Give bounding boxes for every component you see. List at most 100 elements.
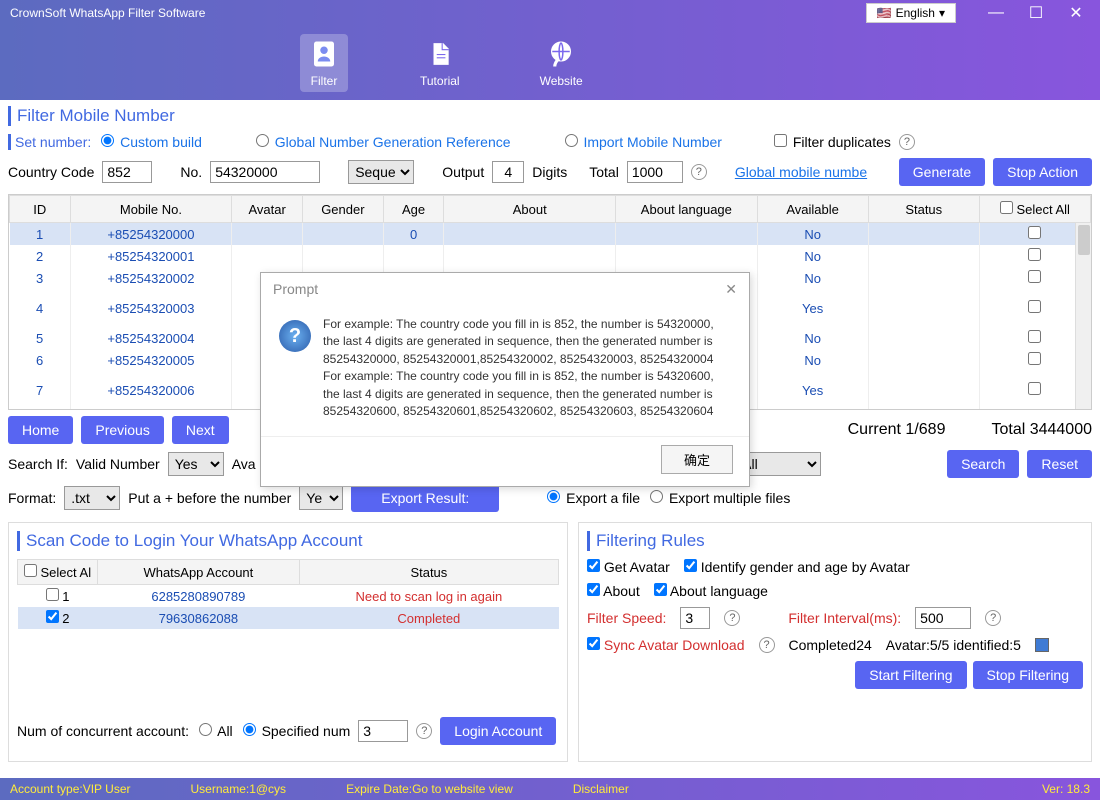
column-header[interactable]: Select All	[979, 196, 1090, 223]
avatar-stat: Avatar:5/5 identified:5	[886, 637, 1021, 653]
format-select[interactable]: .txt	[64, 486, 120, 510]
search-button[interactable]: Search	[947, 450, 1019, 478]
table-row[interactable]: 2+85254320001No	[10, 245, 1091, 267]
help-icon[interactable]: ?	[759, 637, 775, 653]
column-header[interactable]: Avatar	[232, 196, 303, 223]
account-row[interactable]: 279630862088Completed	[18, 607, 559, 629]
put-plus-label: Put a + before the number	[128, 490, 291, 506]
row-checkbox[interactable]	[1028, 330, 1041, 343]
concurrent-label: Num of concurrent account:	[17, 723, 189, 739]
row-checkbox[interactable]	[1028, 270, 1041, 283]
document-icon	[424, 38, 456, 70]
statusbar: Account type:VIP User Username:1@cys Exp…	[0, 778, 1100, 800]
filter-speed-input[interactable]	[680, 607, 710, 629]
account-checkbox[interactable]	[46, 588, 59, 601]
filter-interval-input[interactable]	[915, 607, 971, 629]
stop-action-button[interactable]: Stop Action	[993, 158, 1092, 186]
account-row[interactable]: 16285280890789Need to scan log in again	[18, 585, 559, 608]
toolbar-website[interactable]: Website	[532, 34, 591, 92]
radio-export-file[interactable]: Export a file	[545, 490, 640, 506]
maximize-button[interactable]: ☐	[1016, 2, 1056, 24]
global-mobile-link[interactable]: Global mobile numbe	[735, 164, 867, 180]
number-input[interactable]	[210, 161, 320, 183]
country-code-label: Country Code	[8, 164, 94, 180]
modal-text: For example: The country code you fill i…	[323, 316, 725, 420]
help-icon[interactable]: ?	[724, 610, 740, 626]
window-title: CrownSoft WhatsApp Filter Software	[4, 6, 866, 20]
no-label: No.	[180, 164, 202, 180]
column-header[interactable]: About language	[616, 196, 757, 223]
minimize-button[interactable]: ―	[976, 2, 1016, 24]
status-disclaimer[interactable]: Disclaimer	[573, 782, 629, 796]
row-checkbox[interactable]	[1028, 382, 1041, 395]
table-row[interactable]: 1+852543200000No	[10, 223, 1091, 246]
output-label: Output	[442, 164, 484, 180]
country-code-input[interactable]	[102, 161, 152, 183]
flag-icon: 🇺🇸	[877, 6, 892, 20]
mode-select[interactable]: Seque	[348, 160, 414, 184]
row-checkbox[interactable]	[1028, 352, 1041, 365]
language-selector[interactable]: 🇺🇸 English ▾	[866, 3, 956, 23]
checkbox-sync-avatar[interactable]: Sync Avatar Download	[587, 637, 745, 653]
radio-export-multi[interactable]: Export multiple files	[648, 490, 790, 506]
modal-title: Prompt	[273, 281, 318, 298]
checkbox-get-avatar[interactable]: Get Avatar	[587, 559, 670, 575]
toolbar-filter[interactable]: Filter	[300, 34, 348, 92]
checkbox-about-lang[interactable]: About language	[654, 583, 768, 599]
radio-import[interactable]: Import Mobile Number	[563, 134, 722, 150]
home-button[interactable]: Home	[8, 416, 73, 444]
previous-button[interactable]: Previous	[81, 416, 163, 444]
account-checkbox[interactable]	[46, 610, 59, 623]
column-header[interactable]: Gender	[302, 196, 383, 223]
digits-label: Digits	[532, 164, 567, 180]
plus-select[interactable]: Ye	[299, 486, 343, 510]
output-input[interactable]	[492, 161, 524, 183]
status-account: Account type:VIP User	[10, 782, 131, 796]
radio-custom-build[interactable]: Custom build	[99, 134, 202, 150]
column-header[interactable]: Status	[868, 196, 979, 223]
row-checkbox[interactable]	[1028, 248, 1041, 261]
radio-all[interactable]: All	[197, 723, 233, 739]
section-title-filter: Filter Mobile Number	[8, 106, 1092, 126]
toolbar-tutorial[interactable]: Tutorial	[412, 34, 468, 92]
modal-close-icon[interactable]: ✕	[725, 281, 737, 298]
modal-ok-button[interactable]: 确定	[661, 445, 733, 474]
column-header[interactable]: Age	[383, 196, 444, 223]
start-filtering-button[interactable]: Start Filtering	[855, 661, 966, 689]
column-header[interactable]: About	[444, 196, 616, 223]
valid-number-select[interactable]: Yes	[168, 452, 224, 476]
status-expire: Expire Date:Go to website view	[346, 782, 513, 796]
help-icon[interactable]: ?	[899, 134, 915, 150]
close-button[interactable]: ✕	[1056, 2, 1096, 24]
scrollbar[interactable]	[1075, 223, 1091, 409]
help-icon[interactable]: ?	[985, 610, 1001, 626]
checkbox-filter-duplicates[interactable]: Filter duplicates	[774, 134, 891, 150]
radio-specified[interactable]: Specified num	[241, 723, 351, 739]
filter-speed-label: Filter Speed:	[587, 610, 666, 626]
help-icon[interactable]: ?	[691, 164, 707, 180]
stop-filtering-button[interactable]: Stop Filtering	[973, 661, 1083, 689]
specified-num-input[interactable]	[358, 720, 408, 742]
row-checkbox[interactable]	[1028, 226, 1041, 239]
reset-button[interactable]: Reset	[1027, 450, 1092, 478]
status-version: Ver: 18.3	[1042, 782, 1090, 796]
help-icon[interactable]: ?	[416, 723, 432, 739]
generate-button[interactable]: Generate	[899, 158, 985, 186]
column-header[interactable]: Mobile No.	[70, 196, 232, 223]
column-header[interactable]: Available	[757, 196, 868, 223]
row-checkbox[interactable]	[1028, 300, 1041, 313]
column-header[interactable]: ID	[10, 196, 71, 223]
checkbox-identify[interactable]: Identify gender and age by Avatar	[684, 559, 910, 575]
titlebar: CrownSoft WhatsApp Filter Software 🇺🇸 En…	[0, 0, 1100, 100]
total-input[interactable]	[627, 161, 683, 183]
next-button[interactable]: Next	[172, 416, 229, 444]
globe-icon	[545, 38, 577, 70]
progress-indicator	[1035, 638, 1049, 652]
select-all-checkbox[interactable]	[1000, 201, 1013, 214]
select-all-accounts[interactable]	[24, 564, 37, 577]
login-account-button[interactable]: Login Account	[440, 717, 556, 745]
set-number-label: Set number:	[8, 134, 91, 150]
export-result-button[interactable]: Export Result:	[351, 484, 499, 512]
checkbox-about[interactable]: About	[587, 583, 640, 599]
radio-global-ref[interactable]: Global Number Generation Reference	[254, 134, 511, 150]
